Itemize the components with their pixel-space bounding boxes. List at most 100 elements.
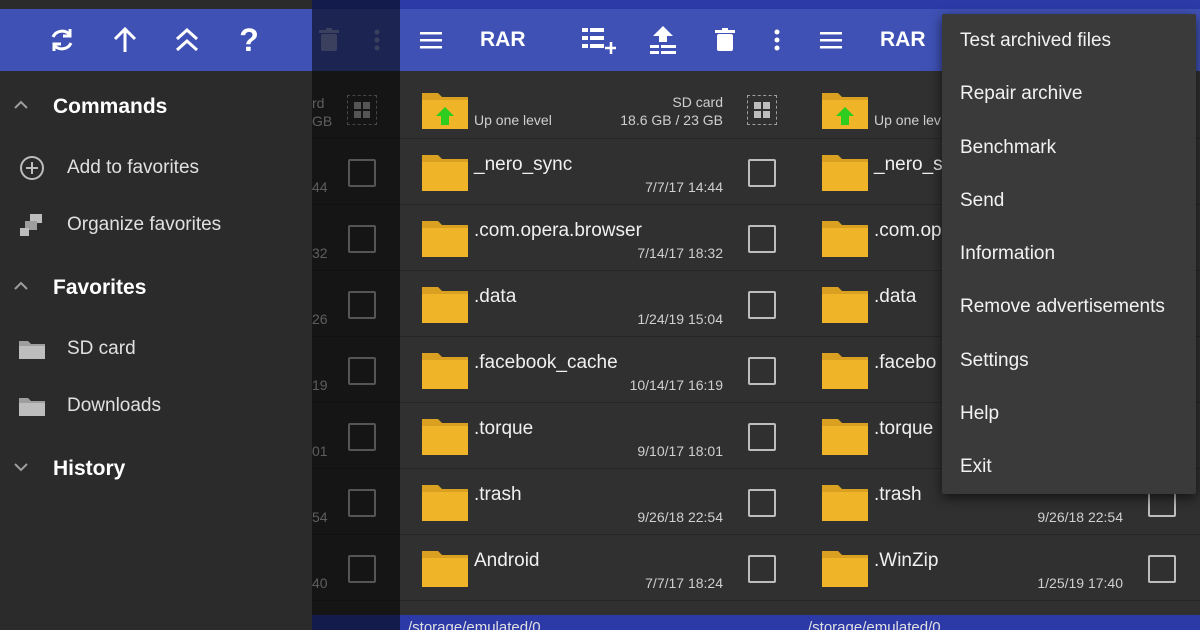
menu-item-help[interactable]: Help [942,387,1196,440]
file-list: Up one level SD card 18.6 GB / 23 GB _ne… [400,71,800,601]
overflow-menu: Test archived files Repair archive Bench… [942,14,1196,494]
section-favorites[interactable]: Favorites [0,259,312,315]
checkbox[interactable] [748,423,776,451]
file-name: .trash [474,484,522,505]
file-name: .data [874,286,917,307]
menu-item-remove-advertisements[interactable]: Remove advertisements [942,280,1196,333]
drawer-item-label: SD card [67,338,136,359]
arrow-up-icon[interactable] [108,23,142,57]
folder-icon [19,341,45,359]
storage-name: SD card [672,94,723,110]
double-chevron-up-icon[interactable] [170,23,204,57]
menu-item-settings[interactable]: Settings [942,334,1196,387]
file-date: 10/14/17 16:19 [629,377,723,393]
extract-icon[interactable] [646,23,680,57]
select-all-icon[interactable] [747,95,777,125]
list-item[interactable]: .facebook_cache 10/14/17 16:19 [400,337,800,403]
checkbox[interactable] [748,225,776,253]
menu-item-information[interactable]: Information [942,227,1196,280]
path-bar: /storage/emulated/0 [400,615,800,630]
help-icon[interactable]: ? [232,22,266,58]
file-date: 7/7/17 14:44 [645,179,723,195]
list-item[interactable]: .WinZip 1/25/19 17:40 [800,535,1200,601]
refresh-icon[interactable] [45,23,79,57]
checkbox[interactable] [748,357,776,385]
up-label: Up one level [474,112,552,128]
folder-icon [19,398,45,416]
chevron-up-icon [14,100,28,109]
file-name: .WinZip [874,550,939,571]
file-name: .com.op [874,220,942,241]
checkbox[interactable] [748,489,776,517]
app-title: RAR [880,28,926,51]
list-item[interactable]: Android 7/7/17 18:24 [400,535,800,601]
status-bar [800,0,1200,9]
file-date: 1/24/19 15:04 [637,311,723,327]
favorite-sd-card[interactable]: SD card [0,321,312,377]
drawer-item-label: Add to favorites [67,157,200,178]
folder-icon [422,485,468,521]
folder-icon [422,353,468,389]
folder-icon [422,221,468,257]
file-name: .facebook_cache [474,352,618,373]
up-label: Up one lev [874,112,941,128]
checkbox[interactable] [748,291,776,319]
section-title: History [53,457,126,480]
list-item[interactable]: .com.opera.browser 7/14/17 18:32 [400,205,800,271]
menu-icon[interactable] [414,23,448,57]
plus-circle-icon [20,156,44,180]
organize-favorites-item[interactable]: Organize favorites [0,197,312,253]
file-browser-screen: RAR Up one level SD card 18.6 GB / 23 GB… [400,0,800,630]
delete-icon[interactable] [708,23,742,57]
folder-icon [422,155,468,191]
chevron-up-icon [14,281,28,290]
file-date: 9/10/17 18:01 [637,443,723,459]
section-title: Favorites [53,276,147,299]
list-item[interactable]: _nero_sync 7/7/17 14:44 [400,139,800,205]
chevron-down-icon [14,463,28,472]
file-name: _nero_sync [474,154,573,175]
menu-item-send[interactable]: Send [942,174,1196,227]
menu-icon[interactable] [814,23,848,57]
list-item[interactable]: .torque 9/10/17 18:01 [400,403,800,469]
folder-icon [822,485,868,521]
folder-icon [822,155,868,191]
file-name: .torque [874,418,934,439]
storage-size: 18.6 GB / 23 GB [620,112,723,128]
folder-icon [822,221,868,257]
drawer-screen: rd GB 44 32 26 19 01 54 40 ? [0,0,400,630]
section-commands[interactable]: Commands [0,78,312,134]
folder-icon [822,419,868,455]
section-title: Commands [53,95,168,118]
file-date: 9/26/18 22:54 [1037,509,1123,525]
menu-item-repair-archive[interactable]: Repair archive [942,67,1196,120]
folder-icon [822,353,868,389]
menu-item-test-archived-files[interactable]: Test archived files [942,14,1196,67]
drawer-item-label: Organize favorites [67,214,222,235]
app-title: RAR [480,28,526,51]
list-item[interactable]: .trash 9/26/18 22:54 [400,469,800,535]
checkbox[interactable] [1148,555,1176,583]
file-name: .com.opera.browser [474,220,642,241]
file-name: _nero_s [874,154,943,175]
file-name: .data [474,286,517,307]
menu-item-benchmark[interactable]: Benchmark [942,121,1196,174]
drawer-toolbar: ? [0,9,312,71]
file-date: 1/25/19 17:40 [1037,575,1123,591]
add-to-favorites-item[interactable]: Add to favorites [0,140,312,196]
favorite-downloads[interactable]: Downloads [0,378,312,434]
path-bar: /storage/emulated/0 [800,615,1200,630]
folder-icon [422,419,468,455]
up-one-level-row[interactable]: Up one level SD card 18.6 GB / 23 GB [400,71,800,139]
checkbox[interactable] [748,159,776,187]
folder-icon [422,287,468,323]
list-item[interactable]: .data 1/24/19 15:04 [400,271,800,337]
more-vert-icon[interactable] [760,23,794,57]
file-name: .trash [874,484,922,505]
menu-item-exit[interactable]: Exit [942,440,1196,493]
section-history[interactable]: History [0,440,312,496]
checkbox[interactable] [748,555,776,583]
add-to-archive-icon[interactable] [582,23,616,57]
drawer-item-label: Downloads [67,395,161,416]
folder-up-icon [822,93,868,129]
